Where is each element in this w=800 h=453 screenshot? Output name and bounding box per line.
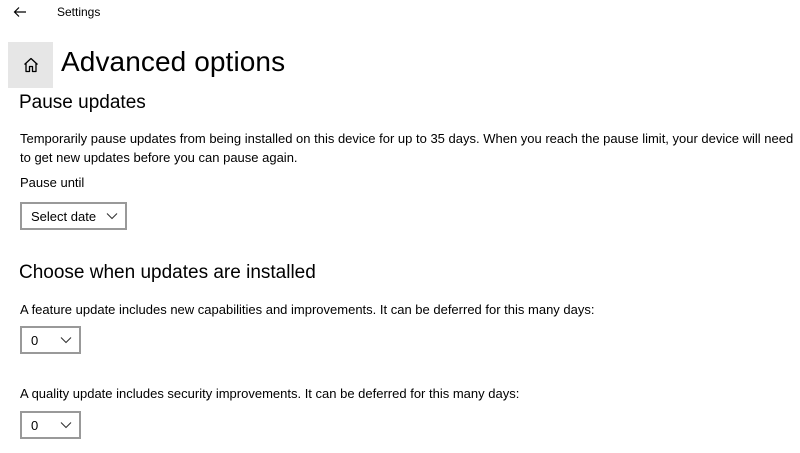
pause-until-label: Pause until [20,175,85,190]
page-title: Advanced options [61,46,286,77]
chevron-down-icon [106,213,118,220]
quality-update-dropdown[interactable]: 0 [20,411,81,439]
feature-update-dropdown[interactable]: 0 [20,326,81,354]
chevron-down-icon [60,422,72,429]
app-title: Settings [57,5,101,19]
pause-until-value: Select date [31,208,97,224]
pause-updates-description: Temporarily pause updates from being ins… [20,131,794,165]
title-bar: Settings [0,0,800,26]
home-button[interactable] [8,42,53,88]
feature-update-value: 0 [31,332,39,348]
settings-page: Settings Advanced options Pause updates … [0,0,800,453]
quality-update-value: 0 [31,417,39,433]
pause-until-dropdown[interactable]: Select date [20,202,127,230]
back-button[interactable] [6,0,34,24]
chevron-down-icon [60,337,72,344]
back-arrow-icon [13,7,26,17]
home-icon [23,57,38,73]
choose-when-heading: Choose when updates are installed [19,262,316,283]
pause-updates-heading: Pause updates [19,92,146,113]
feature-update-label: A feature update includes new capabiliti… [20,302,595,317]
quality-update-label: A quality update includes security impro… [20,386,520,401]
